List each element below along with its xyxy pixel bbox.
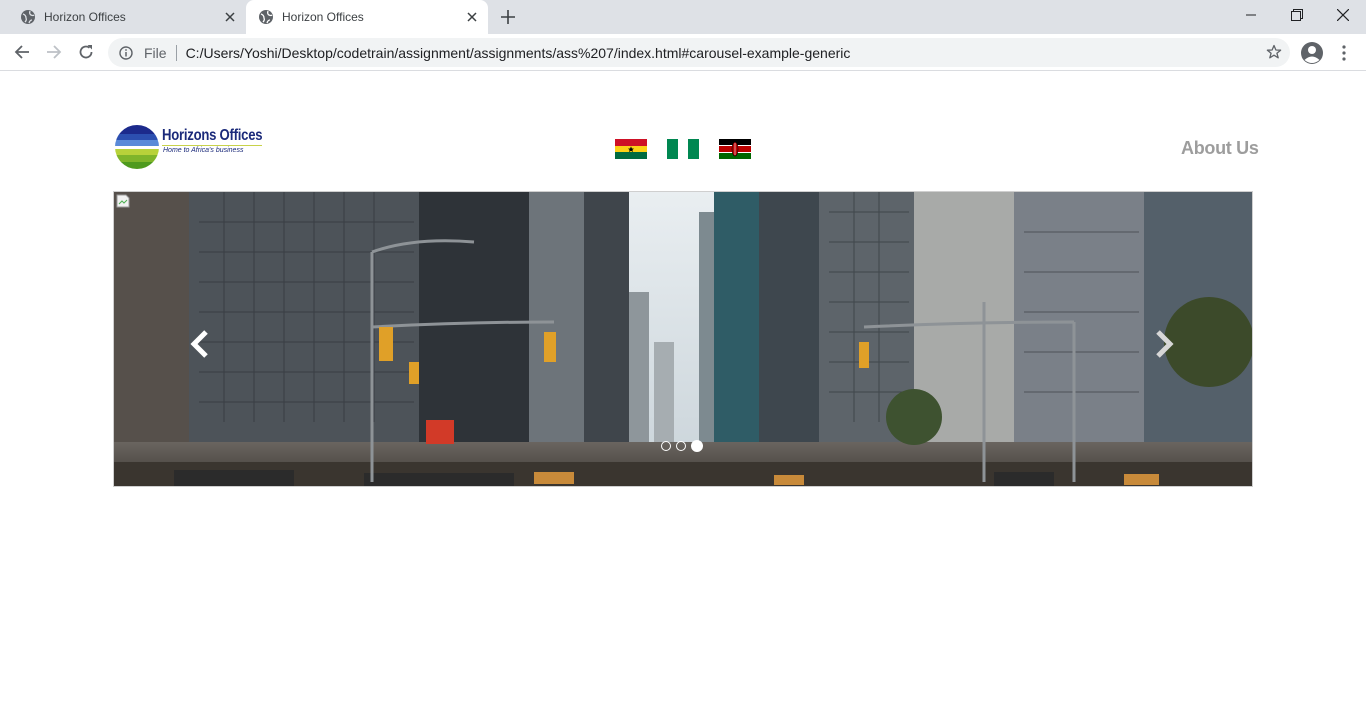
logo-name: Horizons Offices (162, 127, 263, 144)
carousel-next-button[interactable] (1150, 327, 1178, 361)
page-viewport: Horizons Offices Home to Africa's busine… (0, 71, 1366, 728)
close-icon[interactable] (222, 9, 238, 25)
globe-icon (21, 10, 35, 24)
scheme-label: File (144, 44, 167, 61)
site-logo[interactable]: Horizons Offices Home to Africa's busine… (114, 123, 263, 171)
url-text[interactable]: C:/Users/Yoshi/Desktop/codetrain/assignm… (186, 45, 851, 61)
close-window-icon[interactable] (1320, 0, 1366, 30)
globe-icon (259, 10, 273, 24)
carousel (113, 191, 1253, 487)
forward-icon[interactable] (42, 40, 66, 64)
plus-icon[interactable] (498, 7, 518, 27)
carousel-indicator-active[interactable] (691, 440, 703, 452)
carousel-prev-button[interactable] (186, 327, 214, 361)
tab-horizon-offices-2[interactable]: Horizon Offices (246, 0, 488, 34)
carousel-indicator[interactable] (676, 441, 686, 451)
logo-globe-icon (115, 125, 159, 169)
carousel-indicators (661, 440, 703, 452)
minimize-icon[interactable] (1228, 0, 1274, 30)
address-bar[interactable]: File C:/Users/Yoshi/Desktop/codetrain/as… (108, 38, 1290, 67)
logo-underline (162, 145, 262, 146)
kenya-flag[interactable] (719, 139, 751, 159)
logo-tagline: Home to Africa's business (163, 147, 244, 154)
info-icon[interactable] (118, 45, 134, 61)
broken-image-icon (116, 194, 130, 208)
restore-icon[interactable] (1274, 0, 1320, 30)
browser-toolbar: File C:/Users/Yoshi/Desktop/codetrain/as… (0, 34, 1366, 71)
reload-icon[interactable] (74, 40, 98, 64)
tab-strip: Horizon Offices Horizon Offices (0, 0, 1366, 34)
menu-icon[interactable] (1336, 41, 1352, 65)
nav-about-us-link[interactable]: About Us (1181, 138, 1259, 159)
tab-title: Horizon Offices (282, 10, 364, 24)
tab-title: Horizon Offices (44, 10, 126, 24)
chevron-left-icon (190, 330, 208, 358)
profile-icon[interactable] (1300, 41, 1324, 65)
ghana-flag[interactable] (615, 139, 647, 159)
carousel-indicator[interactable] (661, 441, 671, 451)
back-icon[interactable] (10, 40, 34, 64)
nigeria-flag[interactable] (667, 139, 699, 159)
close-icon[interactable] (464, 9, 480, 25)
divider (175, 44, 177, 61)
chevron-right-icon (1156, 330, 1174, 358)
tab-horizon-offices-1[interactable]: Horizon Offices (0, 0, 246, 34)
country-flags (615, 139, 751, 159)
star-icon[interactable] (1266, 44, 1282, 60)
